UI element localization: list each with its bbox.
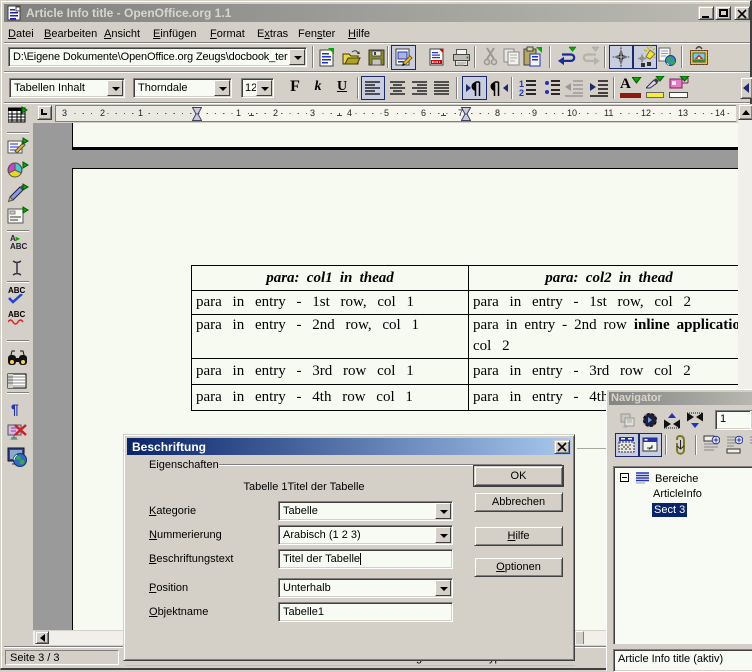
svg-text:2: 2 (519, 88, 524, 97)
